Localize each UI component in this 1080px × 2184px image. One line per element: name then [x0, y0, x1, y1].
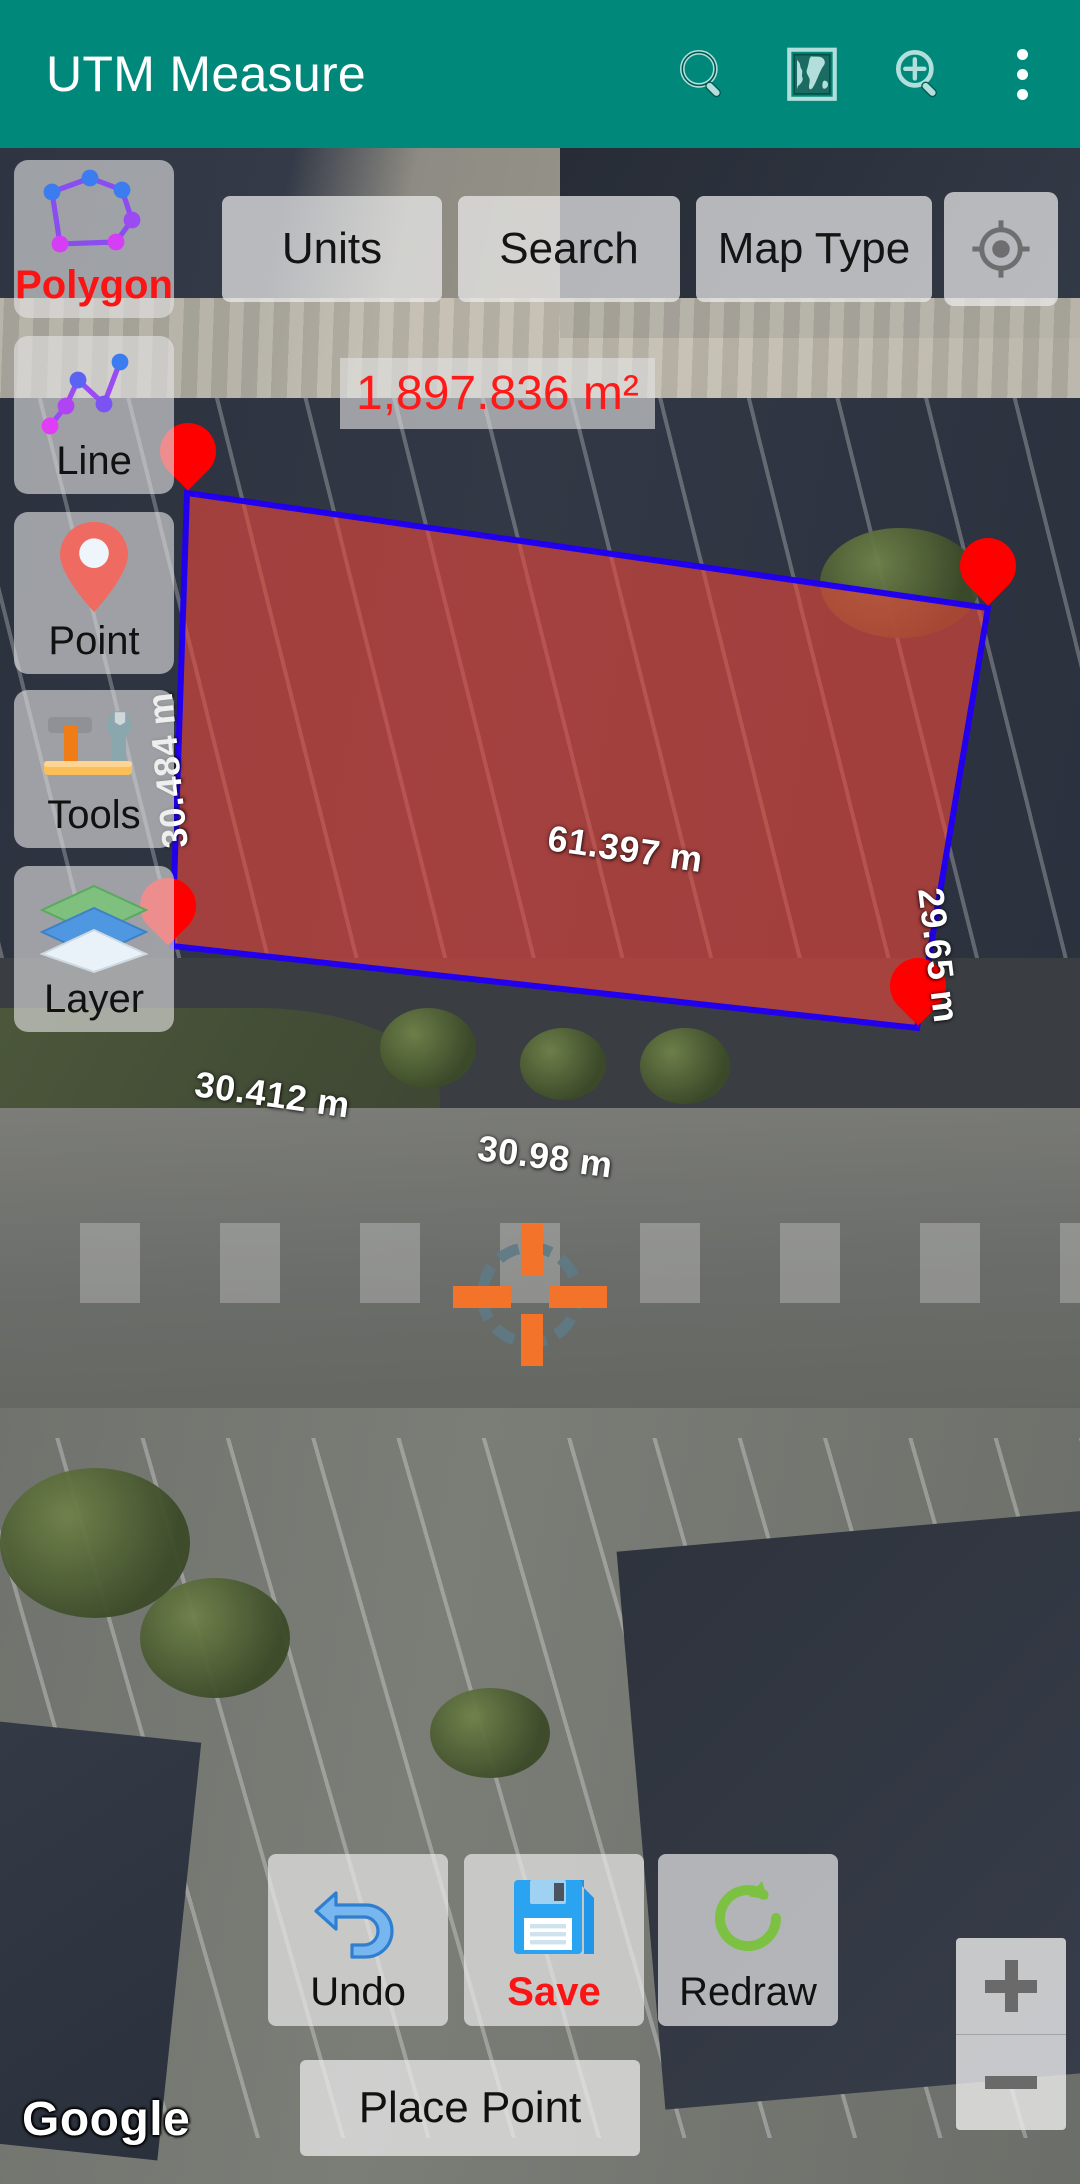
layers-icon-glyph	[39, 884, 149, 974]
redraw-icon	[700, 1866, 796, 1970]
vertex-marker-2[interactable]	[960, 538, 1016, 612]
tool-line[interactable]: Line	[14, 336, 174, 494]
crosshair-bar-right	[549, 1286, 607, 1308]
place-point-button[interactable]: Place Point	[300, 2060, 640, 2156]
tool-tools[interactable]: Tools	[14, 690, 174, 848]
tool-line-label: Line	[56, 439, 132, 483]
app-bar-actions	[650, 0, 1080, 148]
tool-layer-label: Layer	[43, 977, 145, 1021]
tool-polygon-label: Polygon	[15, 263, 173, 307]
crosshair-bar-left	[453, 1286, 511, 1308]
undo-icon-glyph	[314, 1890, 394, 1959]
polyline-icon	[28, 342, 160, 439]
utm-measure-screen: UTM Measure 61.397 m 29.65 m 30.412 m 30…	[0, 0, 1080, 2184]
save-button-label: Save	[507, 1969, 601, 2014]
my-location-button[interactable]	[944, 192, 1058, 306]
redraw-icon-glyph	[715, 1880, 781, 1951]
units-button-label: Units	[281, 224, 383, 273]
search-icon[interactable]	[650, 0, 758, 148]
undo-button-label: Undo	[310, 1969, 406, 2014]
tool-point-label: Point	[48, 619, 140, 663]
overflow-menu-icon[interactable]	[974, 0, 1070, 148]
map-pin-icon-glyph	[60, 522, 128, 612]
save-floppy-icon-glyph	[514, 1879, 594, 1954]
crosshair-bar-bottom	[521, 1314, 543, 1366]
polygon-icon-glyph	[43, 169, 141, 252]
search-button-label: Search	[499, 224, 639, 273]
polygon-icon	[28, 166, 160, 263]
app-bar: UTM Measure	[0, 0, 1080, 148]
crosshair-bar-top	[521, 1224, 543, 1276]
map-globe-icon-glyph	[787, 47, 837, 101]
page-title: UTM Measure	[46, 46, 367, 102]
search-icon-glyph	[679, 49, 721, 98]
save-floppy-icon	[506, 1866, 602, 1970]
area-readout: 1,897.836 m²	[340, 358, 655, 429]
plus-icon	[985, 1959, 1037, 2012]
map-pin-icon	[48, 517, 140, 619]
google-attribution: Google	[22, 2093, 191, 2146]
tool-point[interactable]: Point	[14, 512, 174, 674]
place-point-button-label: Place Point	[358, 2083, 582, 2132]
map-center-crosshair[interactable]	[453, 1224, 607, 1366]
zoom-search-icon[interactable]	[866, 0, 974, 148]
layers-icon	[32, 875, 156, 977]
tool-tools-label: Tools	[47, 793, 141, 837]
tool-layer[interactable]: Layer	[14, 866, 174, 1032]
undo-button[interactable]: Undo	[268, 1854, 448, 2026]
save-button[interactable]: Save	[464, 1854, 644, 2026]
zoom-search-icon-glyph	[895, 49, 937, 98]
search-button[interactable]: Search	[458, 196, 680, 302]
map-type-button[interactable]: Map Type	[696, 196, 932, 302]
zoom-in-button[interactable]	[956, 1938, 1066, 2034]
map-globe-icon[interactable]	[758, 0, 866, 148]
polyline-icon-glyph	[41, 353, 129, 434]
zoom-out-button[interactable]	[956, 2035, 1066, 2131]
redraw-button-label: Redraw	[679, 1969, 817, 2014]
minus-icon	[985, 2056, 1037, 2108]
redraw-button[interactable]: Redraw	[658, 1854, 838, 2026]
units-button[interactable]: Units	[222, 196, 442, 302]
map-type-button-label: Map Type	[717, 224, 911, 273]
tool-polygon[interactable]: Polygon	[14, 160, 174, 318]
measured-polygon[interactable]	[168, 489, 992, 1032]
gps-crosshair-icon	[972, 220, 1030, 278]
overflow-menu-dots	[1016, 48, 1028, 100]
zoom-controls	[956, 1938, 1066, 2130]
undo-icon	[308, 1866, 408, 1970]
tools-icon	[32, 696, 156, 793]
tools-icon-glyph	[44, 710, 132, 775]
